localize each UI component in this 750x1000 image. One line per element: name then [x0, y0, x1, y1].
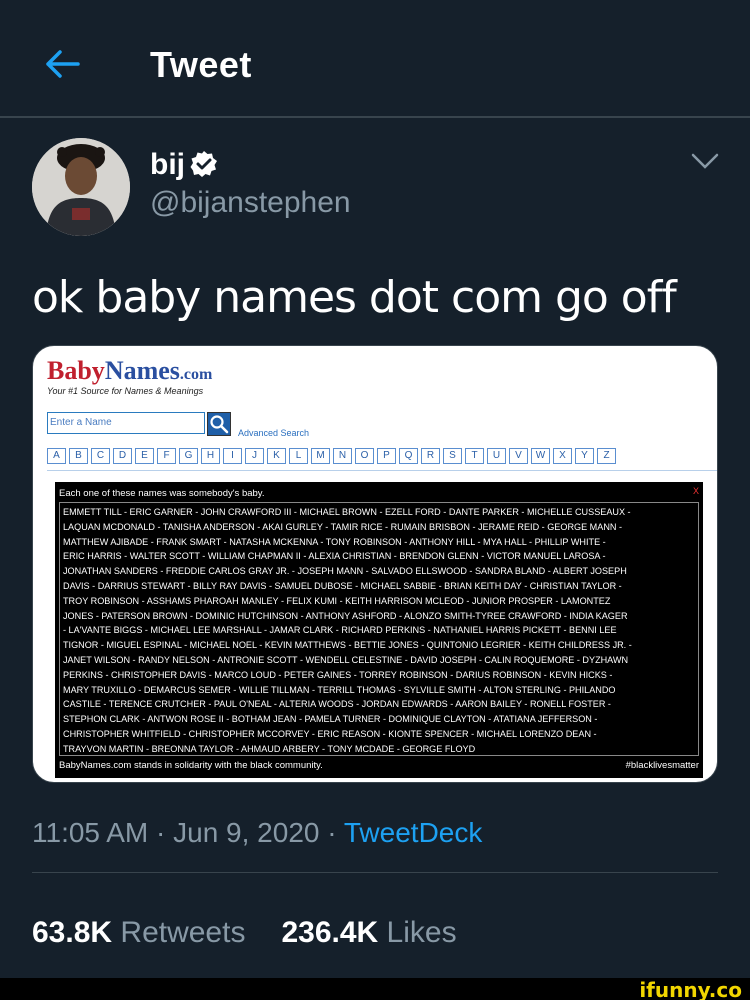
avatar[interactable] [32, 138, 130, 236]
advanced-search-link: Advanced Search [238, 428, 310, 438]
names-line: STEPHON CLARK - ANTWON ROSE II - BOTHAM … [63, 714, 598, 725]
tweet-image[interactable]: BabyNames.com Your #1 Source for Names &… [32, 345, 718, 783]
letter-link: M [311, 448, 330, 464]
letter-link: V [509, 448, 528, 464]
tweet-date: Jun 9, 2020 [173, 817, 320, 848]
names-line: JANET WILSON - RANDY NELSON - ANTRONIE S… [63, 654, 629, 665]
letter-link: U [487, 448, 506, 464]
magnifier-icon [207, 412, 231, 436]
ifunny-watermark: ifunny.co [639, 978, 742, 1000]
names-line: TROY ROBINSON - ASSHAMS PHAROAH MANLEY -… [63, 595, 611, 606]
names-line: TIGNOR - MIGUEL ESPINAL - MICHAEL NOEL -… [63, 640, 632, 651]
names-line: EMMETT TILL - ERIC GARNER - JOHN CRAWFOR… [63, 507, 631, 517]
back-arrow-icon[interactable] [40, 44, 84, 84]
likes-stat[interactable]: 236.4K Likes [281, 916, 456, 949]
banner-heading: Each one of these names was somebody's b… [59, 488, 265, 499]
verified-badge-icon [190, 150, 218, 178]
letter-link: Z [597, 448, 616, 464]
names-line: JONATHAN SANDERS - FREDDIE CARLOS GRAY J… [63, 566, 627, 577]
names-line: CHRISTOPHER WHITFIELD - CHRISTOPHER MCCO… [63, 728, 597, 739]
divider [32, 872, 718, 873]
letter-link: Y [575, 448, 594, 464]
names-line: ERIC HARRIS - WALTER SCOTT - WILLIAM CHA… [63, 551, 606, 562]
names-line: LAQUAN MCDONALD - TANISHA ANDERSON - AKA… [63, 521, 623, 532]
letter-link: L [289, 448, 308, 464]
letter-link: J [245, 448, 264, 464]
names-line: - LA'VANTE BIGGS - MICHAEL LEE MARSHALL … [63, 625, 617, 636]
tweet-stats: 63.8K Retweets 236.4K Likes [32, 916, 457, 950]
names-list: EMMETT TILL - ERIC GARNER - JOHN CRAWFOR… [59, 502, 699, 756]
tweet-time: 11:05 AM [32, 817, 149, 848]
letter-link: K [267, 448, 286, 464]
names-line: MARY TRUXILLO - DEMARCUS SEMER - WILLIE … [63, 684, 616, 695]
letter-link: S [443, 448, 462, 464]
banner-hashtag: #blacklivesmatter [625, 760, 699, 771]
site-tagline: Your #1 Source for Names & Meanings [47, 386, 204, 396]
letter-link: A [47, 448, 66, 464]
tweet-timestamp: 11:05 AM · Jun 9, 2020 · TweetDeck [32, 817, 483, 848]
page-title: Tweet [150, 44, 252, 85]
names-line: JONES - PATERSON BROWN - DOMINIC HUTCHIN… [63, 610, 628, 621]
names-line: CASTILE - TERENCE CRUTCHER - PAUL O'NEAL… [63, 699, 611, 710]
retweets-stat[interactable]: 63.8K Retweets [32, 916, 245, 949]
letter-link: W [531, 448, 550, 464]
letter-link: F [157, 448, 176, 464]
tweet-source-link[interactable]: TweetDeck [344, 817, 483, 848]
babynames-logo: BabyNames.com [47, 356, 213, 385]
author-handle[interactable]: @bijanstephen [150, 186, 351, 220]
letter-link: P [377, 448, 396, 464]
top-bar: Tweet [0, 0, 750, 118]
letter-link: B [69, 448, 88, 464]
alphabet-nav: ABCDEFGHIJKLMNOPQRSTUVWXYZ [47, 448, 616, 464]
letter-link: C [91, 448, 110, 464]
letter-link: R [421, 448, 440, 464]
card-divider [47, 470, 717, 471]
letter-link: T [465, 448, 484, 464]
letter-link: Q [399, 448, 418, 464]
footer-bar [0, 978, 750, 1000]
letter-link: G [179, 448, 198, 464]
letter-link: N [333, 448, 352, 464]
letter-link: X [553, 448, 572, 464]
letter-link: O [355, 448, 374, 464]
close-icon: X [692, 486, 699, 496]
banner-footer: BabyNames.com stands in solidarity with … [59, 760, 323, 771]
names-line: PERKINS - CHRISTOPHER DAVIS - MARCO LOUD… [63, 669, 613, 680]
tweet-text: ok baby names dot com go off [32, 272, 677, 323]
names-line: TRAYVON MARTIN - BREONNA TAYLOR - AHMAUD… [63, 743, 476, 754]
chevron-down-icon[interactable] [690, 150, 720, 172]
author-name[interactable]: bij [150, 148, 185, 182]
letter-link: H [201, 448, 220, 464]
letter-link: E [135, 448, 154, 464]
names-line: DAVIS - DARRIUS STEWART - BILLY RAY DAVI… [63, 580, 622, 591]
solidarity-banner: Each one of these names was somebody's b… [55, 482, 703, 778]
letter-link: I [223, 448, 242, 464]
name-search-input: Enter a Name [47, 412, 205, 434]
letter-link: D [113, 448, 132, 464]
names-line: MATTHEW AJIBADE - FRANK SMART - NATASHA … [63, 536, 606, 547]
